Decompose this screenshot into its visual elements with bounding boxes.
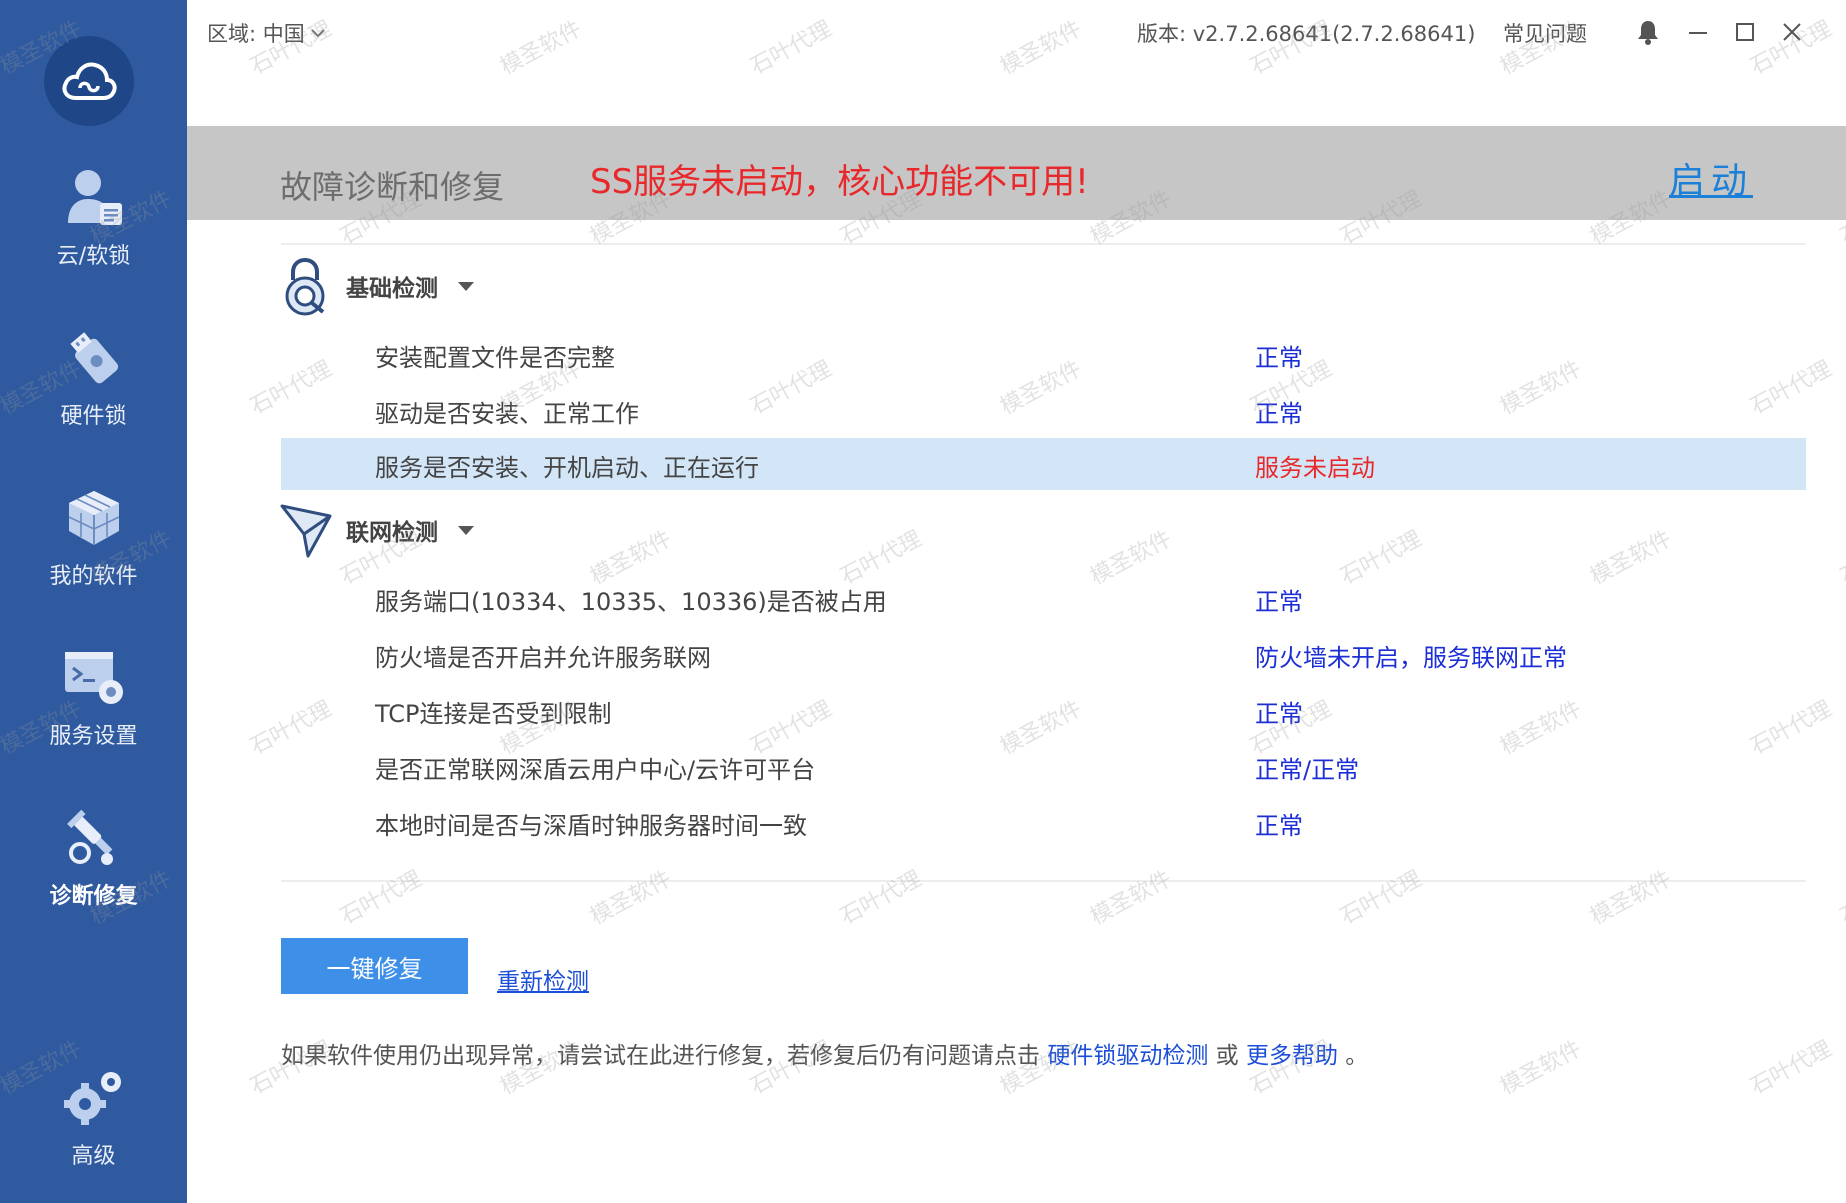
watermark-text: 模圣软件 [586,866,676,930]
check-row: 是否正常联网深盾云用户中心/云许可平台 正常/正常 [281,740,1806,792]
check-label: 服务是否安装、开机启动、正在运行 [375,454,759,482]
hint-text: 。 [1337,1043,1369,1069]
padlock-search-icon [280,256,334,316]
sidebar-item-my-software[interactable]: 我的软件 [0,480,187,600]
help-hint: 如果软件使用仍出现异常，请尝试在此进行修复，若修复后仍有问题请点击 硬件锁驱动检… [281,1036,1368,1070]
hint-text: 或 [1208,1043,1246,1069]
cloud-logo-icon [62,62,117,100]
status-banner: 故障诊断和修复 SS服务未启动，核心功能不可用! 启动 [187,126,1846,220]
watermark-text: 石叶代理 [1336,866,1426,930]
watermark-text: 石叶代理 [1746,1036,1836,1100]
recheck-link[interactable]: 重新检测 [497,962,589,996]
sidebar-item-diagnose-repair[interactable]: 诊断修复 [0,800,187,920]
user-lock-icon [59,166,129,230]
check-label: 服务端口(10334、10335、10336)是否被占用 [375,588,887,616]
watermark-text: 石叶代理 [336,866,426,930]
more-help-link[interactable]: 更多帮助 [1246,1043,1338,1069]
service-gear-icon [59,646,129,710]
caret-down-icon [458,525,474,535]
region-selector[interactable]: 区域: 中国 [207,18,325,48]
service-alert-message: SS服务未启动，核心功能不可用! [590,162,1089,202]
divider [281,880,1806,882]
sidebar-item-label: 硬件锁 [60,404,127,429]
version-text: 版本: v2.7.2.68641(2.7.2.68641) [1137,22,1476,46]
sidebar-item-cloud-lock[interactable]: 云/软锁 [0,160,187,280]
chevron-down-icon [311,29,325,38]
section-network-checks-header[interactable]: 联网检测 [280,500,474,560]
sidebar-item-label: 云/软锁 [56,244,131,269]
wrench-icon [59,806,129,870]
watermark-text: 模圣软件 [1586,866,1676,930]
sidebar: 云/软锁 硬件锁 我的软件 服务设置 诊断修复 高级 [0,0,187,1203]
sidebar-item-label: 高级 [71,1144,116,1169]
section-title: 基础检测 [346,276,438,302]
check-status-error: 服务未启动 [1255,454,1375,482]
check-label: 本地时间是否与深盾时钟服务器时间一致 [375,812,807,840]
paper-plane-icon [280,500,334,560]
check-status: 正常 [1255,344,1303,372]
watermark-text: 石叶代理 [1836,526,1846,590]
start-service-link[interactable]: 启动 [1669,152,1753,204]
check-status: 防火墙未开启，服务联网正常 [1255,644,1567,672]
close-button[interactable] [1774,14,1810,50]
check-status: 正常 [1255,588,1303,616]
close-icon [1783,23,1801,41]
sidebar-item-label: 诊断修复 [49,884,138,909]
caret-down-icon [458,281,474,291]
check-label: 安装配置文件是否完整 [375,344,615,372]
usb-key-icon [59,326,129,390]
check-status: 正常 [1255,400,1303,428]
sidebar-item-label: 服务设置 [49,724,138,749]
check-status: 正常/正常 [1255,756,1360,784]
sidebar-item-service-settings[interactable]: 服务设置 [0,640,187,760]
check-label: 是否正常联网深盾云用户中心/云许可平台 [375,756,816,784]
sidebar-item-label: 我的软件 [49,564,138,589]
faq-link[interactable]: 常见问题 [1503,18,1587,48]
divider [281,243,1806,245]
check-label: 驱动是否安装、正常工作 [375,400,639,428]
maximize-button[interactable] [1727,14,1763,50]
notification-bell-icon[interactable] [1630,14,1666,50]
app-logo [44,36,134,126]
check-row: 安装配置文件是否完整 正常 [281,328,1806,380]
check-status: 正常 [1255,812,1303,840]
page-title: 故障诊断和修复 [280,168,505,206]
check-row-selected[interactable]: 服务是否安装、开机启动、正在运行 服务未启动 [281,438,1806,490]
hint-text: 如果软件使用仍出现异常，请尝试在此进行修复，若修复后仍有问题请点击 [281,1043,1048,1069]
check-row: 驱动是否安装、正常工作 正常 [281,384,1806,436]
section-basic-checks-header[interactable]: 基础检测 [280,256,474,316]
maximize-icon [1736,23,1754,41]
watermark-text: 模圣软件 [1086,866,1176,930]
one-click-repair-button[interactable]: 一键修复 [281,938,468,994]
check-status: 正常 [1255,700,1303,728]
check-row: 防火墙是否开启并允许服务联网 防火墙未开启，服务联网正常 [281,628,1806,680]
check-label: 防火墙是否开启并允许服务联网 [375,644,711,672]
sidebar-item-advanced[interactable]: 高级 [0,1060,187,1180]
watermark-text: 石叶代理 [836,866,926,930]
sidebar-item-hardware-lock[interactable]: 硬件锁 [0,320,187,440]
minimize-icon [1689,32,1707,34]
title-bar: 区域: 中国 版本: v2.7.2.68641(2.7.2.68641) 常见问… [187,0,1846,126]
check-row: 本地时间是否与深盾时钟服务器时间一致 正常 [281,796,1806,848]
minimize-button[interactable] [1680,14,1716,50]
check-row: 服务端口(10334、10335、10336)是否被占用 正常 [281,572,1806,624]
check-label: TCP连接是否受到限制 [375,700,612,728]
driver-check-link[interactable]: 硬件锁驱动检测 [1047,1043,1208,1069]
watermark-text: 模圣软件 [1496,1036,1586,1100]
check-row: TCP连接是否受到限制 正常 [281,684,1806,736]
gears-icon [59,1066,129,1130]
region-label: 区域: 中国 [207,22,305,46]
cubes-icon [59,486,129,550]
watermark-text: 石叶代理 [1836,866,1846,930]
section-title: 联网检测 [346,520,438,546]
